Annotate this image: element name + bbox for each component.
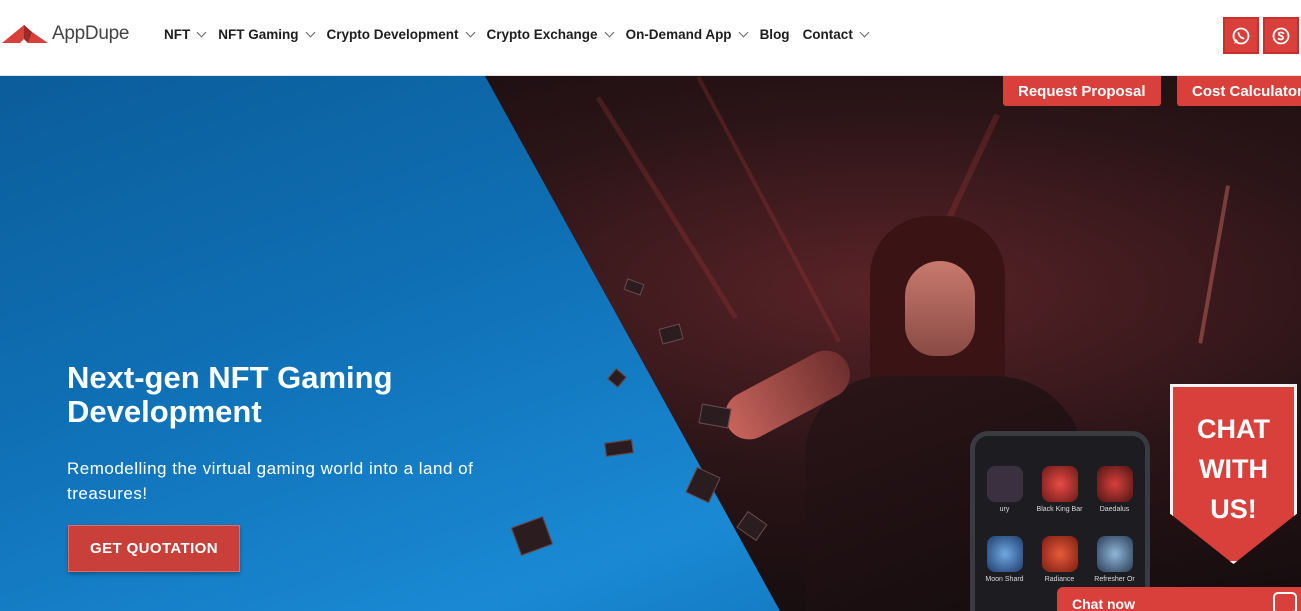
phone-mockup: ury Black King Bar Daedalus Moon Shard R… xyxy=(970,431,1150,611)
phone-item: Refresher Or xyxy=(1087,536,1142,583)
phone-item: Radiance xyxy=(1032,536,1087,583)
nav-item-blog[interactable]: Blog xyxy=(760,27,790,42)
top-navigation: AppDupe NFT NFT Gaming Crypto Developmen… xyxy=(0,0,1301,76)
hero-subtitle: Remodelling the virtual gaming world int… xyxy=(67,459,474,503)
nav-item-contact[interactable]: Contact xyxy=(802,27,870,42)
nav-label: NFT xyxy=(164,27,191,42)
chevron-down-icon xyxy=(604,27,615,38)
item-icon xyxy=(1096,466,1133,502)
phone-item: Daedalus xyxy=(1087,466,1142,513)
nav-label: On-Demand App xyxy=(625,27,732,42)
item-icon xyxy=(986,466,1023,502)
chevron-down-icon xyxy=(859,27,870,38)
game-character-face xyxy=(905,261,975,356)
hero-banner: ury Black King Bar Daedalus Moon Shard R… xyxy=(0,76,1301,611)
nav-label: Blog xyxy=(759,27,790,42)
skype-button[interactable] xyxy=(1263,17,1299,54)
nav-item-nft-gaming[interactable]: NFT Gaming xyxy=(218,27,315,42)
get-quotation-button[interactable]: GET QUOTATION xyxy=(68,525,240,572)
brand-logo[interactable]: AppDupe xyxy=(2,22,129,46)
request-proposal-button[interactable]: Request Proposal xyxy=(1003,76,1161,106)
nav-label: Contact xyxy=(802,27,853,42)
skype-icon xyxy=(1272,27,1290,44)
phone-item: Moon Shard xyxy=(977,536,1032,583)
brand-name: AppDupe xyxy=(52,23,130,44)
chevron-down-icon xyxy=(196,27,207,38)
nav-label: Crypto Exchange xyxy=(486,27,598,42)
item-icon xyxy=(1096,536,1133,572)
chevron-down-icon xyxy=(738,27,749,38)
whatsapp-button[interactable] xyxy=(1223,17,1259,54)
whatsapp-icon xyxy=(1232,27,1250,44)
nav-item-crypto-exchange[interactable]: Crypto Exchange xyxy=(486,27,615,42)
nav-item-on-demand-app[interactable]: On-Demand App xyxy=(625,27,749,42)
chat-now-bar[interactable]: Chat now xyxy=(1057,587,1301,611)
item-icon xyxy=(1041,466,1078,502)
nav-label: Crypto Development xyxy=(326,27,459,42)
phone-item: ury xyxy=(977,466,1032,513)
item-icon xyxy=(986,536,1023,572)
nav-item-nft[interactable]: NFT xyxy=(164,27,207,42)
main-menu: NFT NFT Gaming Crypto Development Crypto… xyxy=(164,27,881,42)
nav-label: NFT Gaming xyxy=(218,27,299,42)
hero-title: Next-gen NFT Gaming Development xyxy=(67,360,393,429)
chat-now-label: Chat now xyxy=(1072,596,1135,611)
chat-badge-label: CHAT WITH US! xyxy=(1197,414,1270,524)
phone-item: Black King Bar xyxy=(1032,466,1087,513)
cost-calculator-button[interactable]: Cost Calculator xyxy=(1177,76,1301,106)
chat-bubble-icon[interactable] xyxy=(1273,592,1297,611)
chevron-down-icon xyxy=(465,27,475,38)
nav-item-crypto-development[interactable]: Crypto Development xyxy=(326,27,475,42)
chevron-down-icon xyxy=(305,27,315,38)
logo-mark-icon xyxy=(2,25,48,43)
item-icon xyxy=(1041,536,1078,572)
